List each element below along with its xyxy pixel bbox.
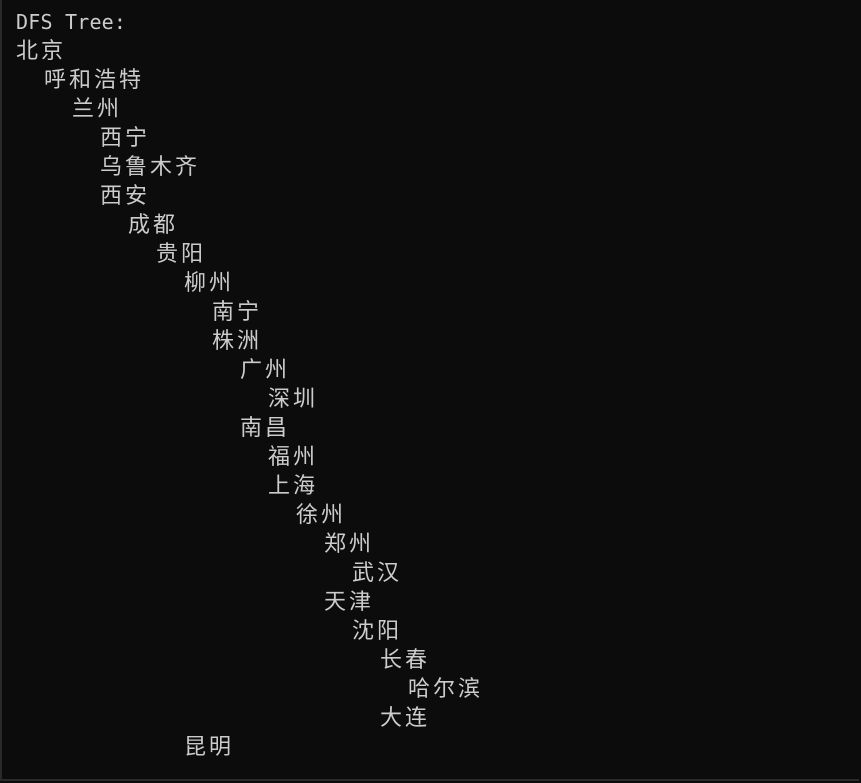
tree-node-label: 呼和浩特 (44, 68, 145, 93)
tree-node-line: 武汉 (16, 559, 483, 588)
tree-node-label: 乌鲁木齐 (100, 155, 201, 180)
tree-node-line: 成都 (16, 211, 483, 240)
tree-node-label: 天津 (324, 590, 375, 615)
console-output: DFS Tree: 北京呼和浩特兰州西宁乌鲁木齐西安成都贵阳柳州南宁株洲广州深圳… (16, 8, 483, 762)
tree-node-line: 西安 (16, 182, 483, 211)
console-window[interactable]: DFS Tree: 北京呼和浩特兰州西宁乌鲁木齐西安成都贵阳柳州南宁株洲广州深圳… (0, 0, 859, 781)
tree-node-line: 广州 (16, 356, 483, 385)
tree-node-label: 大连 (380, 706, 431, 731)
tree-node-label: 徐州 (296, 503, 347, 528)
tree-node-line: 南昌 (16, 414, 483, 443)
tree-node-label: 南昌 (240, 416, 291, 441)
tree-node-line: 昆明 (16, 733, 483, 762)
tree-node-label: 武汉 (352, 561, 403, 586)
tree-node-line: 柳州 (16, 269, 483, 298)
tree-node-label: 哈尔滨 (408, 677, 484, 702)
tree-node-label: 上海 (268, 474, 319, 499)
tree-node-label: 长春 (380, 648, 431, 673)
tree-node-line: 乌鲁木齐 (16, 153, 483, 182)
tree-node-label: 福州 (268, 445, 319, 470)
tree-node-label: 昆明 (184, 735, 235, 760)
tree-node-line: 天津 (16, 588, 483, 617)
output-header: DFS Tree: (16, 10, 127, 34)
tree-node-line: 上海 (16, 472, 483, 501)
tree-node-line: 兰州 (16, 95, 483, 124)
tree-node-line: 呼和浩特 (16, 66, 483, 95)
tree-node-label: 株洲 (212, 329, 263, 354)
tree-node-label: 成都 (128, 213, 179, 238)
tree-node-line: 大连 (16, 704, 483, 733)
tree-node-line: 福州 (16, 443, 483, 472)
tree-node-line: 西宁 (16, 124, 483, 153)
tree-node-label: 广州 (240, 358, 291, 383)
tree-node-line: 株洲 (16, 327, 483, 356)
tree-node-label: 沈阳 (352, 619, 403, 644)
tree-node-label: 兰州 (72, 97, 123, 122)
tree-node-line: 沈阳 (16, 617, 483, 646)
tree-node-label: 贵阳 (156, 242, 207, 267)
dfs-tree: 北京呼和浩特兰州西宁乌鲁木齐西安成都贵阳柳州南宁株洲广州深圳南昌福州上海徐州郑州… (16, 37, 483, 762)
tree-node-line: 贵阳 (16, 240, 483, 269)
tree-node-line: 南宁 (16, 298, 483, 327)
tree-node-label: 西安 (100, 184, 151, 209)
tree-node-label: 北京 (16, 39, 67, 64)
tree-node-label: 郑州 (324, 532, 375, 557)
tree-node-line: 长春 (16, 646, 483, 675)
tree-node-line: 徐州 (16, 501, 483, 530)
tree-node-label: 南宁 (212, 300, 263, 325)
tree-node-line: 北京 (16, 37, 483, 66)
tree-node-line: 哈尔滨 (16, 675, 483, 704)
tree-node-label: 深圳 (268, 387, 319, 412)
tree-node-label: 柳州 (184, 271, 235, 296)
tree-node-line: 深圳 (16, 385, 483, 414)
tree-node-label: 西宁 (100, 126, 151, 151)
tree-node-line: 郑州 (16, 530, 483, 559)
